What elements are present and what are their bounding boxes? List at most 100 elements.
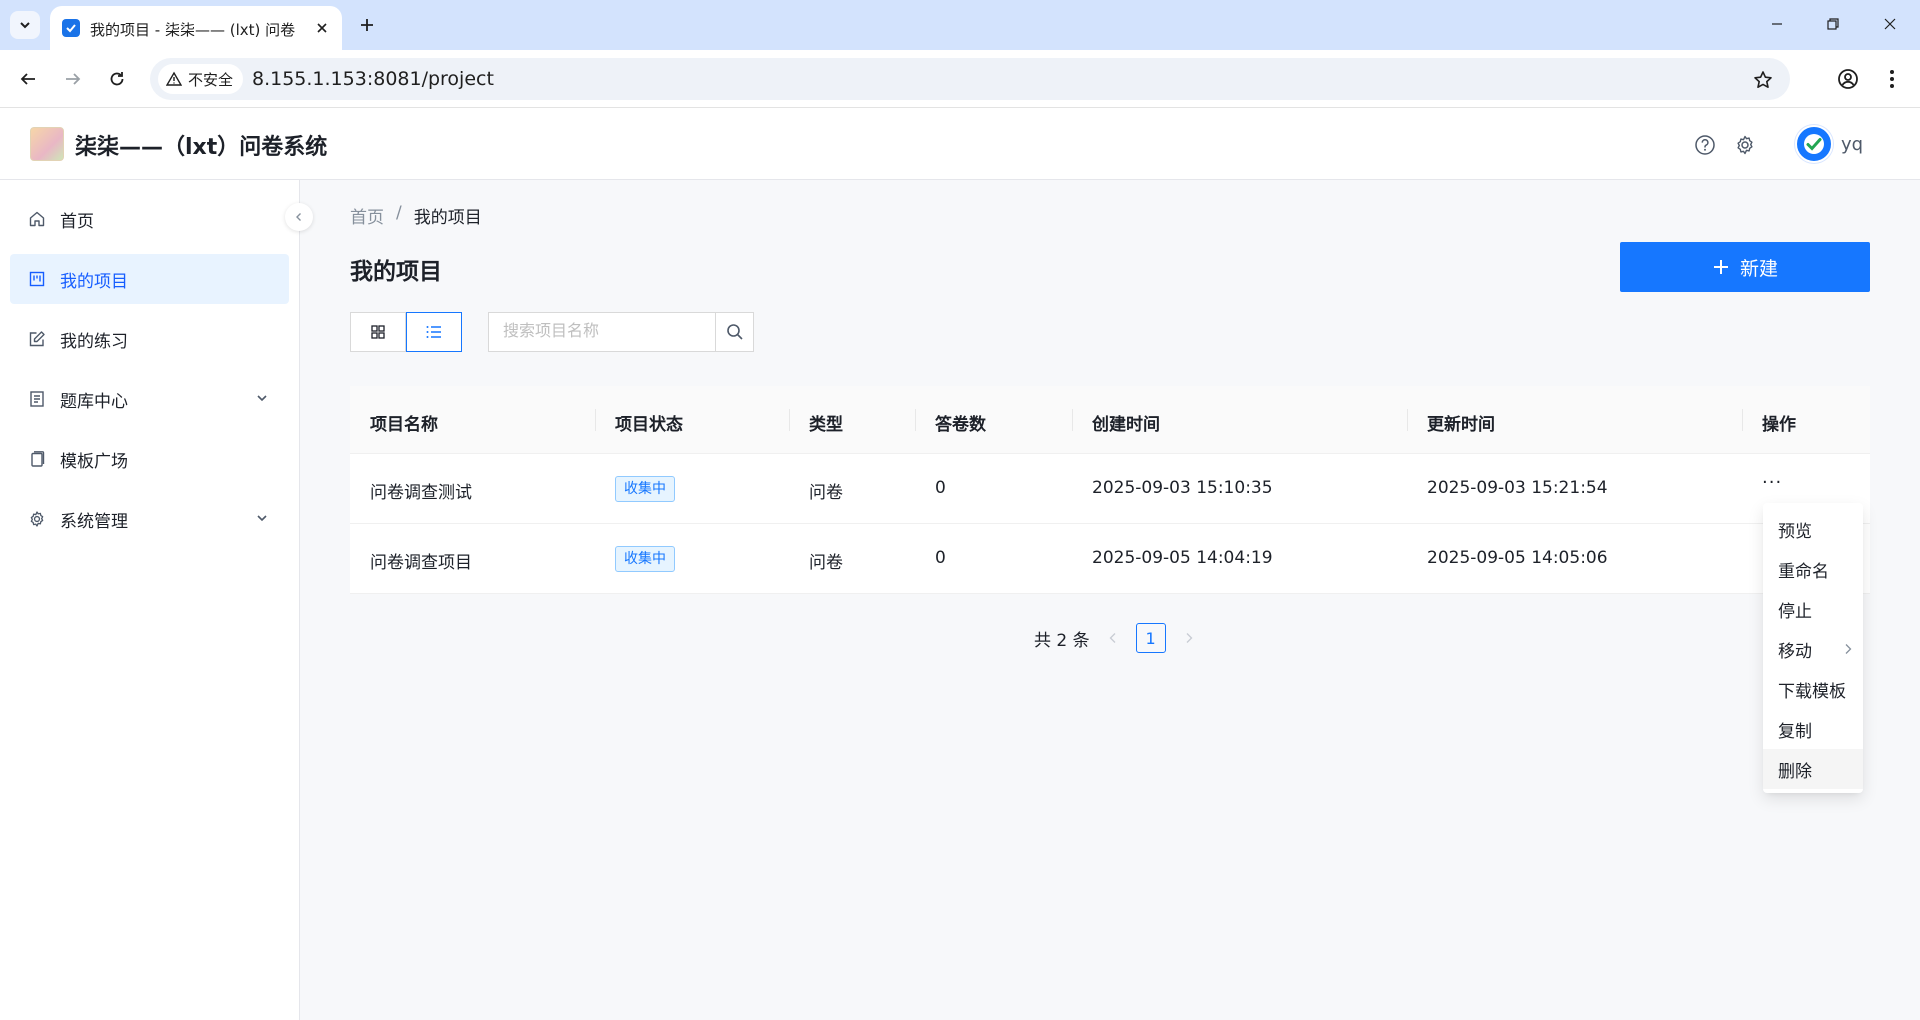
sidebar-item-system-admin[interactable]: 系统管理: [10, 494, 289, 544]
edit-icon: [28, 330, 46, 348]
menu-item-delete[interactable]: 删除: [1763, 749, 1863, 789]
sidebar-item-question-bank[interactable]: 题库中心: [10, 374, 289, 424]
chevron-down-icon: [20, 22, 30, 29]
app-title: 柒柒——（lxt）问卷系统: [75, 135, 328, 160]
search-icon: [726, 324, 743, 340]
project-type: 问卷: [809, 553, 843, 573]
column-divider: [1072, 409, 1073, 431]
response-count: 0: [935, 548, 946, 568]
sidebar-item-label: 我的练习: [60, 331, 128, 352]
browser-tab-bar: 我的项目 - 柒柒—— (lxt) 问卷: [0, 0, 1920, 50]
sidebar-item-label: 系统管理: [60, 511, 128, 532]
minimize-icon: [1772, 23, 1782, 25]
tab-close-icon[interactable]: [312, 18, 332, 38]
project-name[interactable]: 问卷调查测试: [370, 478, 472, 503]
column-header-name: 项目名称: [370, 415, 438, 435]
new-tab-button[interactable]: [353, 11, 381, 39]
sidebar-item-my-practice[interactable]: 我的练习: [10, 314, 289, 364]
question-bank-icon: [28, 390, 46, 408]
app-logo: [30, 127, 64, 161]
created-time: 2025-09-03 15:10:35: [1092, 478, 1273, 498]
menu-item-download-template[interactable]: 下载模板: [1763, 669, 1863, 709]
url-text[interactable]: 8.155.1.153:8081/project: [252, 68, 494, 90]
column-header-updated: 更新时间: [1427, 415, 1495, 435]
next-page-button[interactable]: [1180, 624, 1198, 652]
breadcrumb-home[interactable]: 首页: [350, 203, 384, 228]
column-header-status: 项目状态: [615, 415, 683, 435]
tab-search-button[interactable]: [10, 11, 40, 39]
reload-icon: [110, 72, 124, 86]
more-actions-button[interactable]: ···: [1762, 472, 1782, 493]
help-icon[interactable]: [1693, 133, 1717, 157]
menu-item-preview[interactable]: 预览: [1763, 509, 1863, 549]
menu-item-move-label: 移动: [1778, 641, 1812, 662]
menu-item-move[interactable]: 移动: [1763, 629, 1863, 669]
table-row[interactable]: 问卷调查项目 收集中 问卷 0 2025-09-05 14:04:19 2025…: [350, 524, 1870, 594]
status-badge: 收集中: [615, 546, 675, 572]
warning-icon: [166, 71, 182, 86]
menu-item-stop[interactable]: 停止: [1763, 589, 1863, 629]
gear-icon: [28, 510, 46, 528]
column-header-created: 创建时间: [1092, 415, 1160, 435]
plus-icon: [361, 19, 373, 31]
profile-button[interactable]: [1832, 63, 1864, 95]
column-header-actions: 操作: [1762, 415, 1796, 435]
list-view-button[interactable]: [406, 312, 462, 352]
breadcrumb-current: 我的项目: [413, 208, 482, 228]
pagination: 共 2 条 1: [1034, 623, 1198, 653]
security-chip[interactable]: 不安全: [158, 64, 244, 94]
browser-tab[interactable]: 我的项目 - 柒柒—— (lxt) 问卷: [50, 6, 342, 50]
user-name[interactable]: yq: [1841, 134, 1863, 155]
chevron-left-icon: [296, 213, 301, 221]
updated-time: 2025-09-05 14:05:06: [1427, 548, 1608, 568]
back-button[interactable]: [12, 63, 44, 95]
created-time: 2025-09-05 14:04:19: [1092, 548, 1273, 568]
chevron-down-icon: [257, 515, 267, 522]
prev-page-button[interactable]: [1104, 624, 1122, 652]
restore-button[interactable]: [1813, 9, 1853, 39]
check-avatar-icon: [1804, 134, 1824, 154]
menu-item-rename[interactable]: 重命名: [1763, 549, 1863, 589]
grid-view-button[interactable]: [350, 312, 406, 352]
search-input[interactable]: [488, 312, 715, 352]
column-divider: [915, 409, 916, 431]
close-icon: [1884, 18, 1896, 30]
close-window-button[interactable]: [1870, 9, 1910, 39]
sidebar-collapse-button[interactable]: [285, 203, 313, 231]
tab-title: 我的项目 - 柒柒—— (lxt) 问卷: [90, 21, 296, 39]
project-icon: [28, 270, 46, 288]
browser-menu-button[interactable]: [1876, 63, 1908, 95]
reload-button[interactable]: [101, 63, 133, 95]
new-project-button[interactable]: 新建: [1620, 242, 1870, 292]
page-number-current[interactable]: 1: [1135, 623, 1166, 653]
table-row[interactable]: 问卷调查测试 收集中 问卷 0 2025-09-03 15:10:35 2025…: [350, 454, 1870, 524]
search-box: [488, 312, 754, 352]
sidebar-item-home[interactable]: 首页: [10, 194, 289, 244]
chevron-down-icon: [257, 395, 267, 402]
sidebar-item-label: 我的项目: [60, 271, 128, 292]
sidebar-item-label: 模板广场: [60, 451, 128, 472]
address-bar[interactable]: 不安全 8.155.1.153:8081/project: [150, 58, 1790, 100]
bookmark-star-icon[interactable]: [1750, 67, 1776, 93]
user-avatar[interactable]: [1795, 125, 1833, 163]
sidebar-item-label: 首页: [60, 211, 94, 232]
new-button-label: 新建: [1739, 257, 1778, 280]
sidebar-item-label: 题库中心: [60, 391, 128, 412]
chevron-right-icon: [1845, 644, 1852, 654]
template-icon: [28, 450, 46, 468]
project-name[interactable]: 问卷调查项目: [370, 548, 472, 573]
menu-item-copy[interactable]: 复制: [1763, 709, 1863, 749]
minimize-button[interactable]: [1757, 9, 1797, 39]
search-button[interactable]: [715, 312, 754, 352]
sidebar-item-templates[interactable]: 模板广场: [10, 434, 289, 484]
projects-table: 项目名称 项目状态 类型 答卷数 创建时间 更新时间 操作 问卷调查测试 收集中…: [350, 386, 1870, 594]
settings-gear-icon[interactable]: [1733, 133, 1757, 157]
grid-icon: [371, 325, 385, 339]
chevron-left-icon: [1109, 633, 1116, 643]
column-divider: [789, 409, 790, 431]
breadcrumb: 首页 / 我的项目: [350, 203, 482, 228]
forward-button[interactable]: [57, 63, 89, 95]
project-type: 问卷: [809, 483, 843, 503]
sidebar-item-my-projects[interactable]: 我的项目: [10, 254, 289, 304]
home-icon: [28, 210, 46, 228]
